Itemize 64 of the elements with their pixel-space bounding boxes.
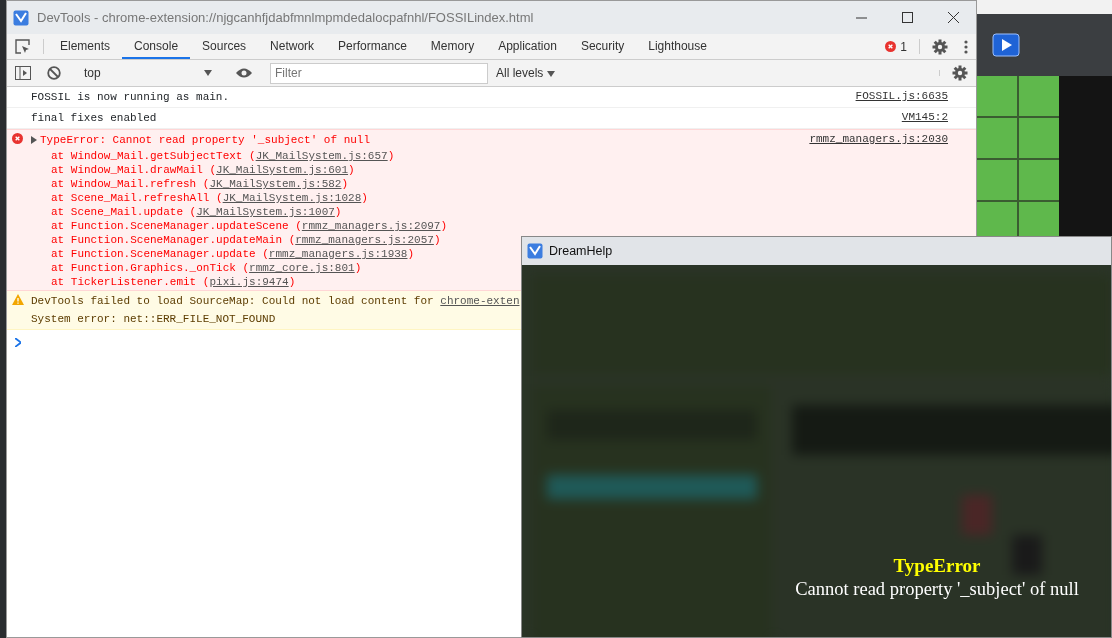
panel-tab[interactable]: Elements <box>48 34 123 59</box>
error-icon <box>885 41 897 52</box>
source-link[interactable]: JK_MailSystem.js:657 <box>255 150 388 162</box>
context-dropdown[interactable]: top <box>78 64 218 82</box>
warning-message: DevTools failed to load SourceMap: Could not load content for chrome-exten <box>31 294 520 309</box>
panel-tab[interactable]: Memory <box>418 34 487 59</box>
source-link[interactable]: JK_MailSystem.js:601 <box>216 164 349 176</box>
stack-trace-line: at Window_Mail.drawMail (JK_MailSystem.js:601) <box>50 163 356 177</box>
window-title: DevTools - chrome-extension://njgcanhfjdabfmnlmpmdedalocpafnhl/FOSSILindex.html <box>37 8 534 27</box>
maximize-icon[interactable] <box>901 12 913 23</box>
error-title: TypeError <box>892 555 982 577</box>
panel-tab[interactable]: Application <box>486 34 569 59</box>
play-icon[interactable] <box>992 33 1020 57</box>
expand-triangle-icon[interactable] <box>31 136 37 144</box>
settings-icon[interactable] <box>952 65 968 81</box>
source-link[interactable]: rmmz_managers.js:1938 <box>268 248 408 260</box>
app-logo-icon <box>13 9 29 26</box>
stack-trace-line: at Scene_Mail.update (JK_MailSystem.js:1007) <box>50 205 343 219</box>
caret-icon <box>204 70 212 76</box>
panel-tab[interactable]: Lighthouse <box>636 34 719 59</box>
error-message: TypeError: Cannot read property '_subject' of null <box>40 133 371 148</box>
error-text: Cannot read property '_subject' of null <box>794 578 1080 601</box>
error-count[interactable]: 1 <box>900 37 907 56</box>
source-link[interactable]: JK_MailSystem.js:1007 <box>196 206 335 218</box>
source-link[interactable]: JK_MailSystem.js:1028 <box>222 192 362 204</box>
stack-trace-line: at Function.SceneManager.update (rmmz_managers.js:1938) <box>50 247 416 261</box>
source-link[interactable]: VM145:2 <box>901 109 948 126</box>
clear-console-icon[interactable] <box>47 66 61 80</box>
source-link[interactable]: rmmz_managers.js:2097 <box>301 220 441 232</box>
source-link[interactable]: pixi.js:9474 <box>209 276 289 288</box>
window-title: DreamHelp <box>549 242 613 260</box>
stack-trace-line: at Window_Mail.refresh (JK_MailSystem.js:582) <box>50 177 350 191</box>
source-link[interactable]: chrome-exten <box>440 295 520 307</box>
source-link[interactable]: rmmz_managers.js:2030 <box>809 131 948 148</box>
log-message: FOSSIL is now running as main. <box>31 90 230 105</box>
log-message: final fixes enabled <box>31 111 157 126</box>
app-logo-icon <box>527 243 543 259</box>
source-link[interactable]: rmmz_core.js:801 <box>249 262 355 274</box>
panel-tab[interactable]: Security <box>568 34 637 59</box>
stack-trace-line: at Function.SceneManager.updateScene (rmmz_managers.js:2097) <box>50 219 448 233</box>
inspect-element-icon[interactable] <box>15 38 31 55</box>
more-options-icon[interactable] <box>964 39 968 54</box>
stack-trace-line: at Function.SceneManager.updateMain (rmmz_managers.js:2057) <box>50 233 442 247</box>
sidebar-toggle-icon[interactable] <box>15 66 31 80</box>
panel-tab[interactable]: Sources <box>190 34 259 59</box>
source-link[interactable]: FOSSIL.js:6635 <box>855 88 948 105</box>
panel-tab[interactable]: Network <box>258 34 327 59</box>
stack-trace-line: at Function.Graphics._onTick (rmmz_core.js:801) <box>50 261 363 275</box>
eye-icon[interactable] <box>235 67 253 79</box>
warning-detail: System error: net::ERR_FILE_NOT_FOUND <box>31 312 277 327</box>
console-prompt-icon[interactable] <box>15 337 21 347</box>
error-icon <box>12 133 23 144</box>
panel-tab[interactable]: Performance <box>326 34 419 59</box>
levels-dropdown[interactable]: All levels <box>488 64 563 82</box>
stack-trace-line: at Window_Mail.getSubjectText (JK_MailSystem.js:657) <box>50 149 396 163</box>
stack-trace-line: at TickerListener.emit (pixi.js:9474) <box>50 275 297 289</box>
source-link[interactable]: JK_MailSystem.js:582 <box>209 178 342 190</box>
close-icon[interactable] <box>947 12 959 23</box>
caret-icon <box>546 70 555 77</box>
filter-field[interactable]: Filter <box>270 62 488 84</box>
warning-icon <box>12 294 24 305</box>
settings-icon[interactable] <box>932 38 948 55</box>
stack-trace-line: at Scene_Mail.refreshAll (JK_MailSystem.js:1028) <box>50 191 369 205</box>
source-link[interactable]: rmmz_managers.js:2057 <box>295 234 434 246</box>
